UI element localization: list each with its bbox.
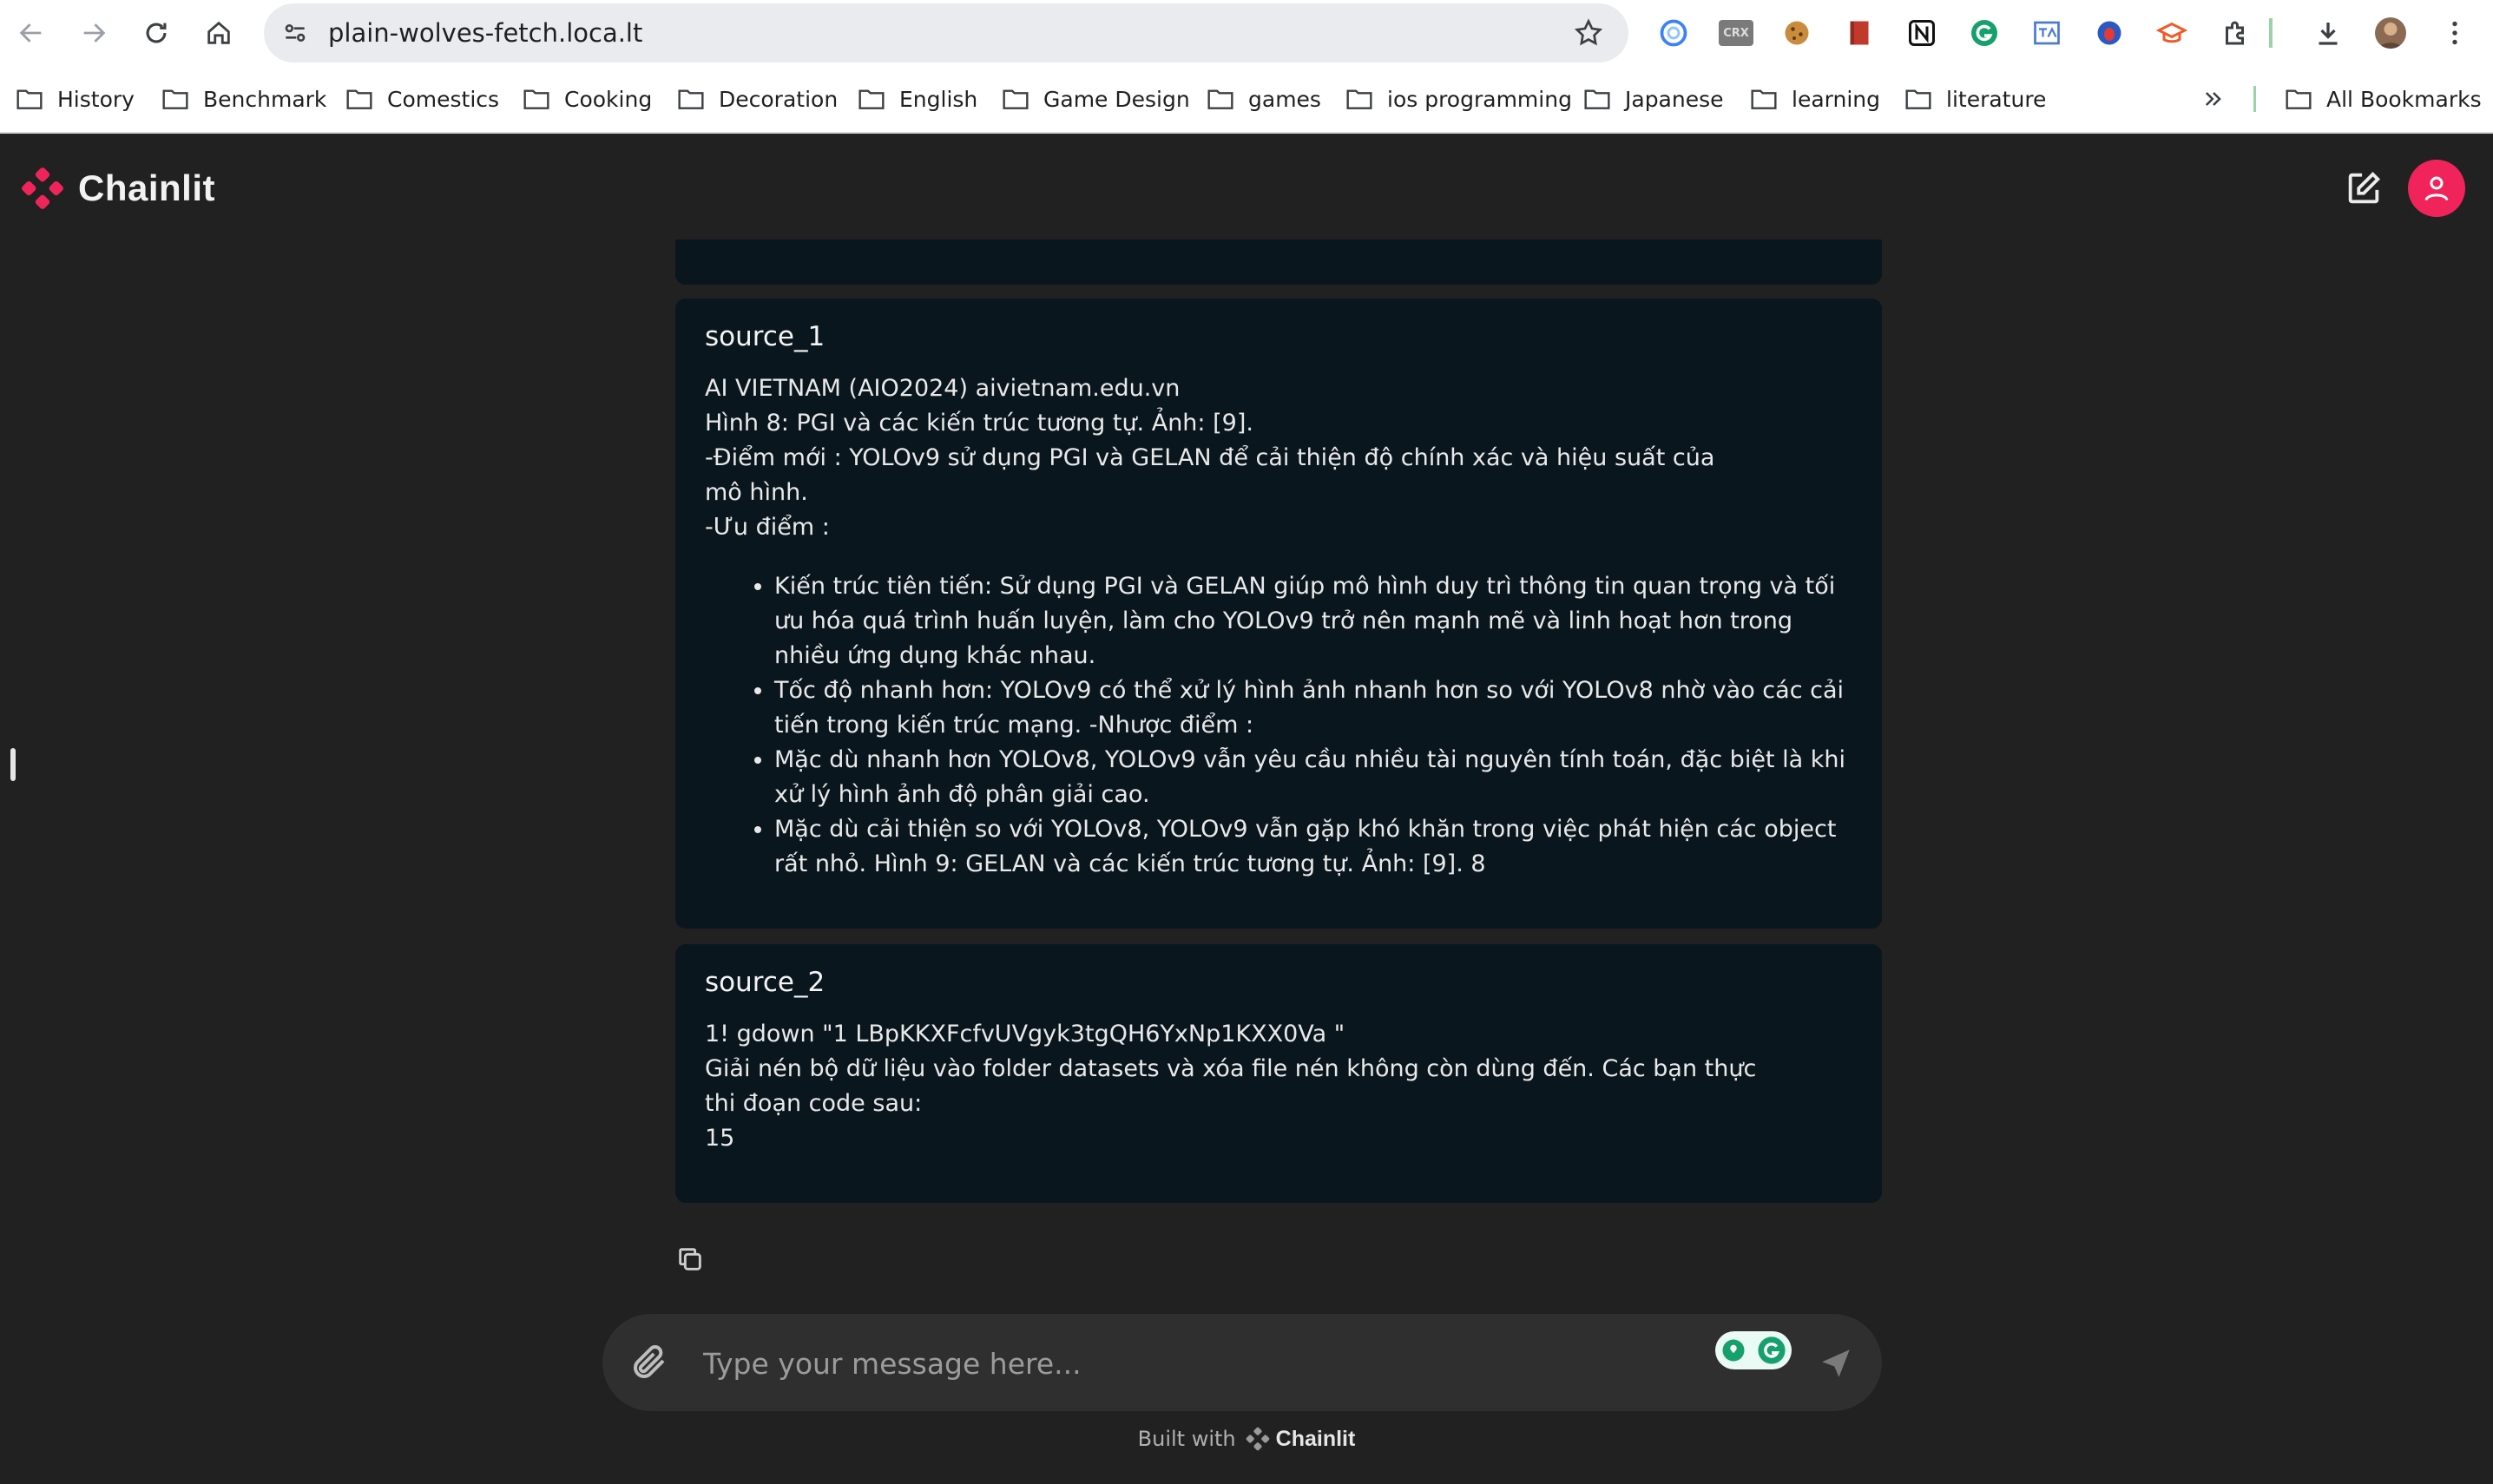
folder-icon — [1207, 89, 1233, 109]
download-icon[interactable] — [2312, 17, 2344, 49]
chevron-double-right-icon — [2205, 92, 2221, 106]
extension-graduation-icon[interactable] — [2156, 17, 2187, 49]
folder-icon — [2286, 89, 2312, 109]
source-bullet-list: Kiến trúc tiên tiến: Sử dụng PGI và GELA… — [705, 569, 1852, 882]
send-icon[interactable] — [1818, 1345, 1854, 1382]
sidebar-resize-handle[interactable] — [10, 748, 16, 781]
home-icon — [207, 21, 230, 44]
folder-icon — [16, 89, 43, 109]
bookmark-all-bookmarks[interactable]: All Bookmarks — [2285, 66, 2482, 132]
source-line: AI VIETNAM (AIO2024) aivietnam.edu.vn — [705, 375, 1181, 402]
extension-book-icon[interactable] — [1844, 17, 1875, 49]
extension-bug-icon[interactable] — [2094, 17, 2125, 49]
bookmark-ios-programming[interactable]: ios programming — [1345, 66, 1572, 132]
source-line: mô hình. — [705, 479, 808, 506]
source-body: 1! gdown "1 LBpKKXFcfvUVgyk3tgQH6YxNp1KX… — [705, 1017, 1852, 1156]
source-line: 15 — [705, 1125, 735, 1152]
reload-icon — [146, 23, 167, 43]
user-avatar-button[interactable] — [2408, 160, 2465, 217]
arrow-left-icon — [19, 23, 42, 43]
user-icon — [2424, 176, 2449, 201]
toolbar-divider — [2269, 18, 2273, 48]
extension-crx-icon[interactable]: CRX — [1719, 20, 1753, 46]
extension-translate-icon[interactable] — [2031, 17, 2062, 49]
source-title: source_2 — [705, 967, 826, 998]
bookmark-cooking[interactable]: Cooking — [523, 66, 652, 132]
footer-brand: Chainlit — [1275, 1426, 1356, 1451]
folder-icon — [1905, 89, 1931, 109]
folder-icon — [346, 89, 372, 109]
source-line: Hình 8: PGI và các kiến trúc tương tự. Ả… — [705, 410, 1253, 437]
home-button[interactable] — [198, 12, 240, 54]
app-header: Chainlit — [0, 134, 2493, 240]
browser-toolbar: plain-wolves-fetch.loca.lt CRX — [0, 0, 2493, 66]
source-title: source_1 — [705, 321, 826, 352]
list-item: Tốc độ nhanh hơn: YOLOv9 có thể xử lý hì… — [774, 673, 1852, 743]
bookmark-japanese[interactable]: Japanese — [1583, 66, 1724, 132]
bookmarks-overflow-button[interactable] — [2201, 66, 2226, 132]
bookmark-decoration[interactable]: Decoration — [677, 66, 838, 132]
source-line: -Ưu điểm : — [705, 514, 830, 541]
url-text[interactable]: plain-wolves-fetch.loca.lt — [328, 3, 642, 62]
site-settings-icon[interactable] — [278, 16, 312, 50]
bookmark-games[interactable]: games — [1207, 66, 1321, 132]
folder-icon — [1346, 89, 1372, 109]
list-item: Kiến trúc tiên tiến: Sử dụng PGI và GELA… — [774, 569, 1852, 673]
folder-icon — [1751, 89, 1777, 109]
copy-icon[interactable] — [675, 1244, 705, 1274]
lightbulb-icon — [1722, 1339, 1745, 1362]
folder-icon — [1003, 89, 1029, 109]
source-card-1: source_1 AI VIETNAM (AIO2024) aivietnam.… — [675, 299, 1882, 929]
paperclip-icon[interactable] — [628, 1342, 670, 1383]
bookmark-game-design[interactable]: Game Design — [1002, 66, 1190, 132]
previous-message-card — [675, 240, 1882, 285]
chainlit-logo-icon — [22, 167, 63, 209]
grammarly-widget[interactable] — [1715, 1331, 1792, 1369]
list-item: Mặc dù cải thiện so với YOLOv8, YOLOv9 v… — [774, 812, 1852, 882]
arrow-right-icon — [83, 23, 106, 43]
bookmark-history[interactable]: History — [16, 66, 135, 132]
source-line: -Điểm mới : YOLOv9 sử dụng PGI và GELAN … — [705, 444, 1715, 471]
bookmark-english[interactable]: English — [858, 66, 977, 132]
built-with-footer[interactable]: Built with Chainlit — [0, 1420, 2493, 1458]
forward-button[interactable] — [73, 12, 115, 54]
list-item: Mặc dù nhanh hơn YOLOv8, YOLOv9 vẫn yêu … — [774, 743, 1852, 812]
extensions-puzzle-icon[interactable] — [2220, 17, 2252, 49]
source-line: thi đoạn code sau: — [705, 1090, 923, 1117]
chainlit-mark-icon — [1246, 1427, 1269, 1451]
extension-grammarly-icon[interactable] — [1969, 17, 2000, 49]
folder-icon — [523, 89, 549, 109]
source-body: AI VIETNAM (AIO2024) aivietnam.edu.vn Hì… — [705, 371, 1852, 882]
folder-icon — [162, 89, 188, 109]
bookmarks-bar: History Benchmark Comestics Cooking Deco… — [0, 66, 2493, 134]
reload-button[interactable] — [135, 12, 177, 54]
folder-icon — [678, 89, 704, 109]
profile-avatar[interactable] — [2375, 17, 2406, 49]
folder-icon — [858, 89, 885, 109]
bookmarks-divider — [2253, 86, 2256, 112]
extension-cookie-icon[interactable] — [1781, 17, 1812, 49]
back-button[interactable] — [10, 12, 52, 54]
message-input[interactable] — [701, 1338, 1625, 1389]
bookmark-literature[interactable]: literature — [1904, 66, 2046, 132]
extension-notion-icon[interactable] — [1906, 17, 1937, 49]
bookmark-learning[interactable]: learning — [1750, 66, 1880, 132]
source-line: 1! gdown "1 LBpKKXFcfvUVgyk3tgQH6YxNp1KX… — [705, 1021, 1345, 1047]
source-line: Giải nén bộ dữ liệu vào folder datasets … — [705, 1055, 1757, 1082]
source-card-2: source_2 1! gdown "1 LBpKKXFcfvUVgyk3tgQ… — [675, 944, 1882, 1203]
bookmark-benchmark[interactable]: Benchmark — [161, 66, 326, 132]
new-chat-icon[interactable] — [2344, 168, 2384, 208]
message-composer — [602, 1314, 1882, 1411]
bookmark-star-icon[interactable] — [1573, 17, 1604, 49]
app-name: Chainlit — [78, 167, 215, 208]
extension-circle-icon[interactable] — [1658, 17, 1689, 49]
grammarly-icon — [1758, 1336, 1786, 1364]
address-bar[interactable]: plain-wolves-fetch.loca.lt — [264, 3, 1628, 62]
folder-icon — [1584, 89, 1610, 109]
bookmark-comestics[interactable]: Comestics — [345, 66, 499, 132]
chainlit-logo[interactable]: Chainlit — [19, 165, 215, 212]
browser-menu-icon[interactable] — [2439, 17, 2470, 49]
built-with-text: Built with — [1137, 1427, 1236, 1451]
